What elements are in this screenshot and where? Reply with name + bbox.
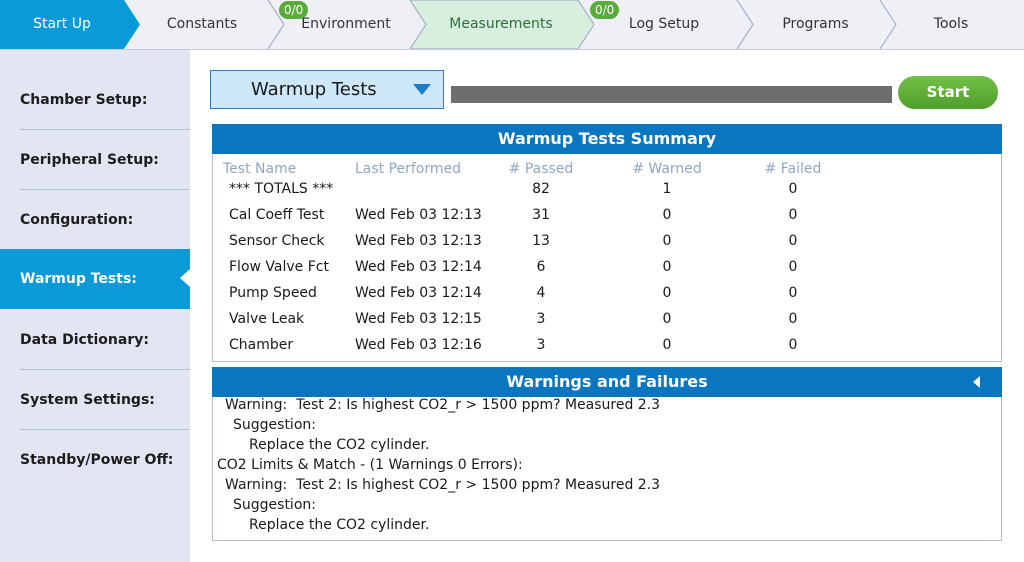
sidebar-item-label: Warmup Tests: [20,271,137,287]
table-cell-test-name: Flow Valve Fct [229,259,329,275]
table-cell-last-performed: Wed Feb 03 12:16 [355,337,482,353]
table-cell-last-performed: Wed Feb 03 12:14 [355,259,482,275]
sidebar-item-label: Peripheral Setup: [20,152,159,168]
sidebar-item-label: Data Dictionary: [20,332,149,348]
table-cell-passed: 6 [536,259,546,275]
sidebar: Chamber Setup: Peripheral Setup: Configu… [0,50,190,562]
table-cell-warned: 0 [662,233,672,249]
active-pointer-icon [180,269,190,287]
progress-bar [451,86,892,103]
log-line: CO2 Limits & Match - (1 Warnings 0 Error… [217,457,523,473]
column-header-last-performed: Last Performed [355,161,462,177]
column-header-test-name: Test Name [223,161,297,177]
table-cell-passed: 4 [536,285,546,301]
top-navigation: Start Up Constants Environment 0/0 Measu… [0,0,1024,50]
tab-tools[interactable]: Tools [896,0,1006,49]
table-cell-passed: 82 [532,181,550,197]
sidebar-item-configuration[interactable]: Configuration: [0,190,190,250]
log-line: Warning: Test 2: Is highest CO2_r > 1500… [225,477,661,493]
table-cell-test-name: Chamber [229,337,294,353]
log-line: Suggestion: [233,417,316,433]
sidebar-item-peripheral-setup[interactable]: Peripheral Setup: [0,130,190,190]
chevron-down-icon [413,84,431,95]
table-cell-failed: 0 [788,259,798,275]
table-cell-last-performed: Wed Feb 03 12:13 [355,233,482,249]
sidebar-item-warmup-tests[interactable]: Warmup Tests: [0,249,190,309]
table-cell-failed: 0 [788,233,798,249]
table-cell-test-name: Valve Leak [229,311,305,327]
column-header-warned: # Warned [632,161,702,177]
table-cell-warned: 0 [662,259,672,275]
table-cell-test-name: *** TOTALS *** [229,181,334,197]
table-cell-failed: 0 [788,311,798,327]
warnings-header[interactable]: Warnings and Failures [212,367,1002,397]
sidebar-item-label: System Settings: [20,392,155,408]
warnings-log[interactable]: Warning: Test 2: Is highest CO2_r > 1500… [212,397,1002,541]
table-cell-failed: 0 [788,285,798,301]
sidebar-item-data-dictionary[interactable]: Data Dictionary: [0,310,190,370]
warnings-title: Warnings and Failures [506,372,708,391]
sidebar-item-system-settings[interactable]: System Settings: [0,370,190,430]
tab-separator [736,0,754,49]
tab-programs[interactable]: Programs [753,0,878,49]
log-line: Replace the CO2 cylinder. [249,437,430,453]
table-cell-last-performed: Wed Feb 03 12:14 [355,285,482,301]
table-cell-warned: 0 [662,285,672,301]
table-cell-passed: 13 [532,233,550,249]
table-cell-passed: 3 [536,311,546,327]
table-cell-last-performed: Wed Feb 03 12:13 [355,207,482,223]
tab-measurements[interactable]: Measurements [426,0,576,49]
test-select-dropdown[interactable]: Warmup Tests [210,70,444,109]
collapse-arrow-icon[interactable] [973,376,980,388]
sidebar-item-label: Standby/Power Off: [20,452,174,468]
table-cell-test-name: Cal Coeff Test [229,207,325,223]
table-cell-warned: 0 [662,207,672,223]
column-header-passed: # Passed [508,161,574,177]
tab-constants[interactable]: Constants [140,0,264,49]
tab-separator [879,0,897,49]
table-cell-failed: 0 [788,337,798,353]
table-cell-failed: 0 [788,181,798,197]
log-setup-badge: 0/0 [590,1,620,19]
sidebar-item-label: Chamber Setup: [20,92,148,108]
sidebar-item-label: Configuration: [20,212,134,228]
summary-panel: Test Name Last Performed # Passed # Warn… [212,154,1002,362]
column-header-failed: # Failed [764,161,822,177]
log-line: Replace the CO2 cylinder. [249,517,430,533]
table-cell-passed: 31 [532,207,550,223]
table-cell-passed: 3 [536,337,546,353]
tab-start-up[interactable]: Start Up [0,0,124,49]
table-cell-test-name: Pump Speed [229,285,317,301]
table-cell-warned: 1 [662,181,672,197]
log-line: Suggestion: [233,497,316,513]
sidebar-item-chamber-setup[interactable]: Chamber Setup: [0,70,190,130]
log-line: Warning: Test 2: Is highest CO2_r > 1500… [225,397,661,413]
test-select-value: Warmup Tests [251,79,377,100]
table-cell-warned: 0 [662,337,672,353]
environment-badge: 0/0 [279,1,309,19]
table-cell-failed: 0 [788,207,798,223]
table-cell-warned: 0 [662,311,672,327]
sidebar-item-standby-power-off[interactable]: Standby/Power Off: [0,430,190,490]
table-cell-last-performed: Wed Feb 03 12:15 [355,311,482,327]
summary-header: Warmup Tests Summary [212,124,1002,154]
start-button[interactable]: Start [898,76,998,109]
table-cell-test-name: Sensor Check [229,233,325,249]
